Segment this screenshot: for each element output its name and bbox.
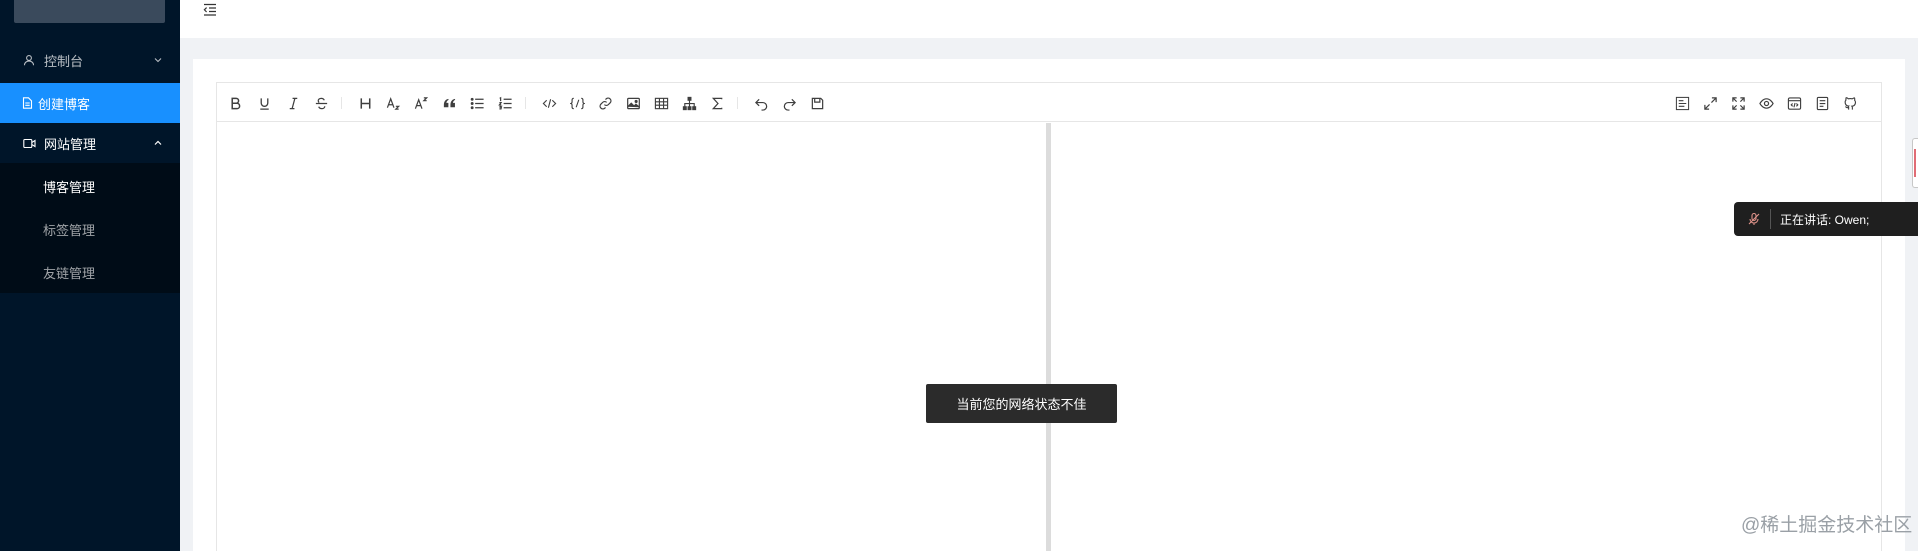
- image-icon[interactable]: [623, 93, 643, 113]
- scroll-handle[interactable]: [1912, 138, 1918, 188]
- quote-icon[interactable]: [439, 93, 459, 113]
- sidebar-item-dashboard[interactable]: 控制台: [0, 40, 180, 80]
- file-icon: [20, 96, 34, 110]
- catalog-icon[interactable]: [1812, 93, 1832, 113]
- link-icon[interactable]: [595, 93, 615, 113]
- code-row-icon[interactable]: [539, 93, 559, 113]
- italic-icon[interactable]: [283, 93, 303, 113]
- save-icon[interactable]: [807, 93, 827, 113]
- video-icon: [22, 136, 36, 150]
- toast-text: 当前您的网络状态不佳: [956, 397, 1087, 412]
- sidebar-item-site-management[interactable]: 网站管理: [0, 123, 180, 163]
- sidebar-item-label: 标签管理: [43, 222, 96, 238]
- chevron-up-icon: [154, 140, 162, 145]
- main-content: [193, 59, 1905, 551]
- logo: [14, 0, 165, 23]
- markdown-editor: [216, 82, 1882, 551]
- toolbar-divider: [525, 97, 526, 109]
- network-toast: 当前您的网络状态不佳: [926, 384, 1117, 423]
- ordered-list-icon[interactable]: [495, 93, 515, 113]
- markdown-preview: [1051, 123, 1881, 551]
- speaking-text: 正在讲话: Owen;: [1780, 212, 1870, 227]
- title-icon[interactable]: [355, 93, 375, 113]
- menu-fold-icon[interactable]: [202, 2, 218, 18]
- sidebar-item-label: 博客管理: [43, 179, 96, 195]
- sidebar-item-label: 控制台: [44, 53, 84, 69]
- mic-icon: [1748, 212, 1760, 225]
- markdown-input[interactable]: [217, 123, 1046, 551]
- html-preview-icon[interactable]: [1784, 93, 1804, 113]
- header: [180, 0, 1918, 38]
- toolbar-divider: [341, 97, 342, 109]
- sidebar-item-label: 创建博客: [38, 96, 91, 112]
- preview-icon[interactable]: [1756, 93, 1776, 113]
- sidebar-item-create-blog[interactable]: 创建博客: [0, 83, 180, 123]
- toolbar-divider: [737, 97, 738, 109]
- subscript-icon[interactable]: [383, 93, 403, 113]
- fullscreen-icon[interactable]: [1728, 93, 1748, 113]
- next-icon[interactable]: [779, 93, 799, 113]
- user-icon: [22, 53, 36, 67]
- sidebar-item-label: 网站管理: [44, 136, 97, 152]
- editor-toolbar: [217, 83, 1881, 122]
- sidebar: 控制台 创建博客 网站管理 博客管理 标签管理 友链管理: [0, 0, 180, 551]
- chevron-down-icon: [154, 58, 162, 63]
- prettier-icon[interactable]: [1672, 93, 1692, 113]
- bold-icon[interactable]: [225, 93, 245, 113]
- page-fullscreen-icon[interactable]: [1700, 93, 1720, 113]
- superscript-icon[interactable]: [411, 93, 431, 113]
- table-icon[interactable]: [651, 93, 671, 113]
- unordered-list-icon[interactable]: [467, 93, 487, 113]
- sidebar-item-label: 友链管理: [43, 265, 96, 281]
- code-block-icon[interactable]: [567, 93, 587, 113]
- katex-icon[interactable]: [707, 93, 727, 113]
- strikethrough-icon[interactable]: [311, 93, 331, 113]
- github-icon[interactable]: [1840, 93, 1860, 113]
- underline-icon[interactable]: [254, 93, 274, 113]
- watermark: @稀土掘金技术社区: [1741, 515, 1913, 536]
- submenu-site-management: 博客管理 标签管理 友链管理: [0, 163, 180, 293]
- sidebar-item-link-management[interactable]: 友链管理: [0, 252, 180, 292]
- sidebar-item-tag-management[interactable]: 标签管理: [0, 209, 180, 249]
- sidebar-item-blog-management[interactable]: 博客管理: [0, 166, 180, 206]
- speaking-indicator: 正在讲话: Owen;: [1734, 202, 1918, 236]
- separator: [1770, 209, 1771, 229]
- mermaid-icon[interactable]: [679, 93, 699, 113]
- revoke-icon[interactable]: [751, 93, 771, 113]
